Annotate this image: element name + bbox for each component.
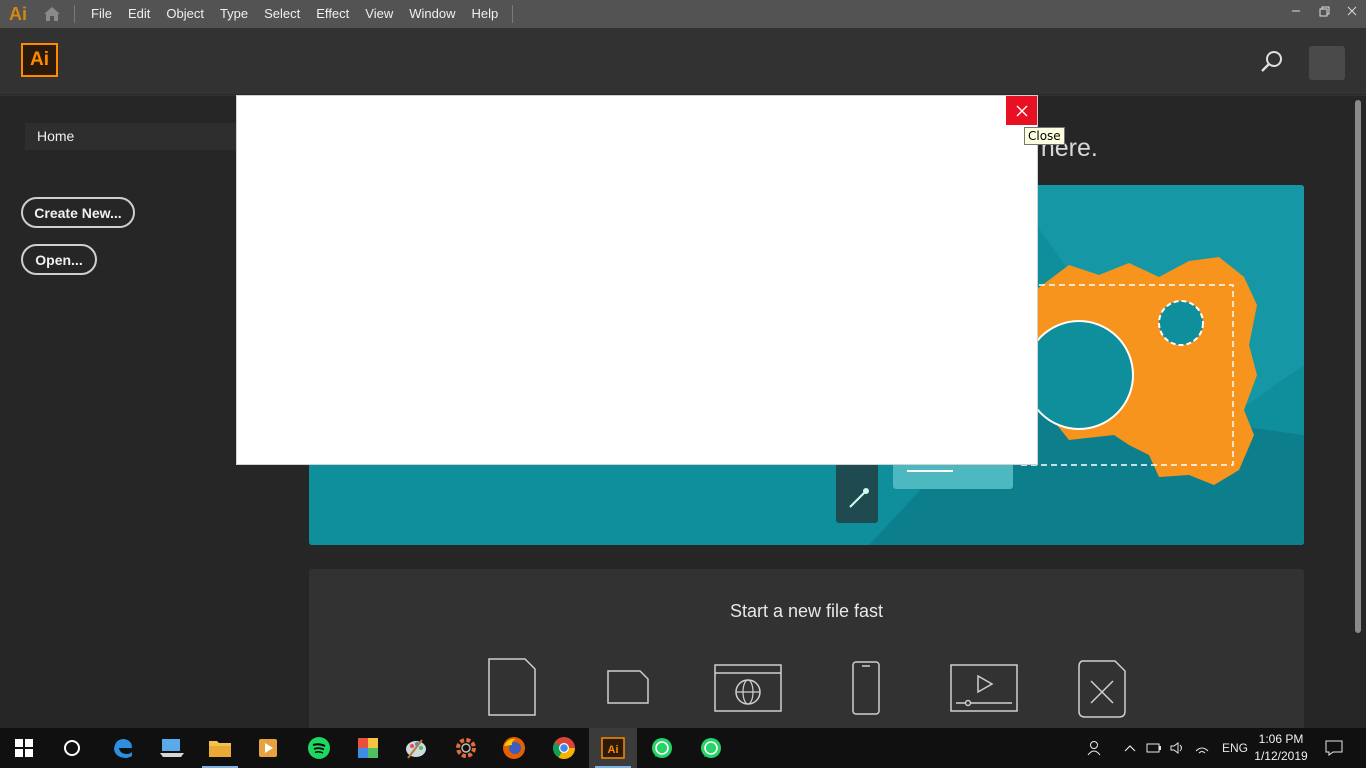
menu-divider xyxy=(74,5,75,23)
menu-effect[interactable]: Effect xyxy=(308,0,357,28)
art-illustration-preset-icon[interactable] xyxy=(1077,659,1127,724)
web-preset-icon[interactable] xyxy=(714,664,782,717)
whatsapp-icon-2[interactable] xyxy=(687,728,735,768)
menu-type[interactable]: Type xyxy=(212,0,256,28)
clock[interactable]: 1:06 PM 1/12/2019 xyxy=(1250,731,1312,765)
search-icon[interactable] xyxy=(1258,48,1286,76)
close-tooltip: Close xyxy=(1024,127,1065,145)
windows-taskbar: Ai ENG 1:06 PM 1/12/2019 xyxy=(0,728,1366,768)
mobile-preset-icon[interactable] xyxy=(852,661,880,720)
close-icon xyxy=(1016,105,1027,116)
wifi-icon[interactable] xyxy=(1190,741,1214,755)
menu-bar: Ai File Edit Object Type Select Effect V… xyxy=(0,0,1366,28)
clock-time: 1:06 PM xyxy=(1258,732,1304,746)
menu-file[interactable]: File xyxy=(83,0,120,28)
spotify-icon[interactable] xyxy=(295,728,343,768)
menu-edit[interactable]: Edit xyxy=(120,0,158,28)
dialog-close-button[interactable] xyxy=(1006,96,1037,125)
sidebar-item-home[interactable]: Home xyxy=(25,123,237,150)
menu-help[interactable]: Help xyxy=(463,0,506,28)
avatar[interactable] xyxy=(1309,46,1345,80)
home-icon[interactable] xyxy=(36,0,68,28)
quick-start-panel: Start a new file fast xyxy=(309,569,1304,728)
whatsapp-icon[interactable] xyxy=(638,728,686,768)
firefox-icon[interactable] xyxy=(490,728,538,768)
color-app-icon[interactable] xyxy=(344,728,392,768)
media-player-icon[interactable] xyxy=(244,728,292,768)
illustrator-taskbar-icon[interactable]: Ai xyxy=(589,728,637,768)
language-indicator[interactable]: ENG xyxy=(1222,741,1248,755)
illustrator-window: Ai File Edit Object Type Select Effect V… xyxy=(0,0,1366,728)
people-icon[interactable] xyxy=(1084,740,1106,756)
restore-icon[interactable] xyxy=(1310,0,1338,22)
system-tray: ENG xyxy=(1084,728,1248,768)
volume-icon[interactable] xyxy=(1166,741,1190,755)
app-badge: Ai xyxy=(21,43,58,77)
menu-select[interactable]: Select xyxy=(256,0,308,28)
menu-divider xyxy=(512,5,514,23)
settings-gear-icon[interactable] xyxy=(442,728,490,768)
menu-window[interactable]: Window xyxy=(401,0,463,28)
clock-date: 1/12/2019 xyxy=(1254,749,1308,763)
minimize-icon[interactable] xyxy=(1282,0,1310,22)
menu-view[interactable]: View xyxy=(357,0,401,28)
menu-object[interactable]: Object xyxy=(158,0,212,28)
windows-start-icon[interactable] xyxy=(0,728,48,768)
window-controls xyxy=(1282,0,1366,22)
close-window-icon[interactable] xyxy=(1338,0,1366,22)
file-transfer-icon[interactable] xyxy=(148,728,196,768)
cortana-icon[interactable] xyxy=(48,728,96,768)
app-header: Ai xyxy=(0,28,1366,95)
edge-icon[interactable] xyxy=(99,728,147,768)
paint-icon[interactable] xyxy=(392,728,440,768)
file-explorer-icon[interactable] xyxy=(196,728,244,768)
sidebar: Home Create New... Open... xyxy=(0,96,237,728)
chrome-icon[interactable] xyxy=(540,728,588,768)
open-button[interactable]: Open... xyxy=(21,244,97,275)
blank-dialog xyxy=(237,96,1037,464)
film-video-preset-icon[interactable] xyxy=(950,664,1018,717)
create-new-button[interactable]: Create New... xyxy=(21,197,135,228)
letter-preset-icon[interactable] xyxy=(487,657,537,722)
quick-start-title: Start a new file fast xyxy=(729,601,884,621)
chevron-up-icon[interactable] xyxy=(1118,744,1142,752)
app-logo: Ai xyxy=(9,3,27,24)
notifications-icon[interactable] xyxy=(1310,728,1358,768)
battery-icon[interactable] xyxy=(1142,742,1166,754)
content-scrollbar[interactable] xyxy=(1355,100,1361,633)
postcard-preset-icon[interactable] xyxy=(606,669,650,710)
svg-text:Ai: Ai xyxy=(608,744,619,756)
